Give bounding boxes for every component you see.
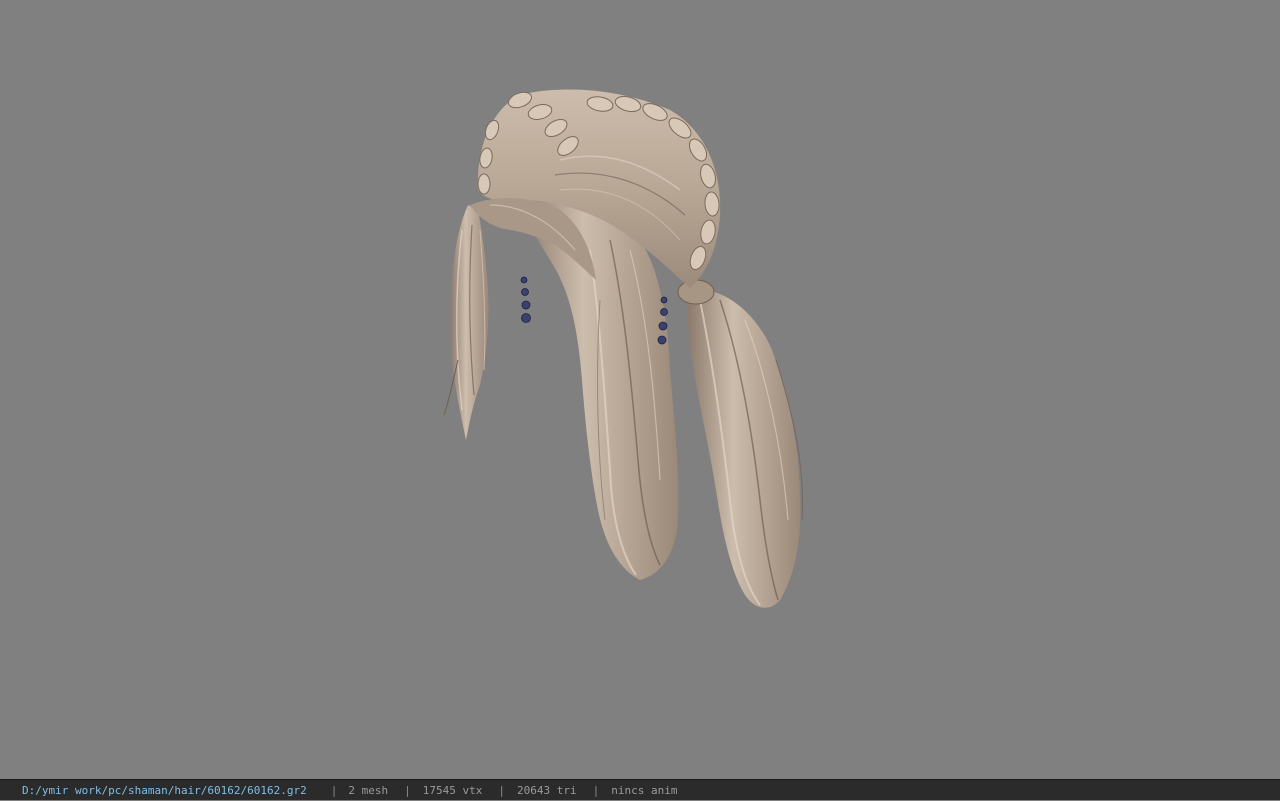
status-separator: | xyxy=(592,784,600,797)
status-separator: | xyxy=(498,784,506,797)
left-earring xyxy=(520,276,531,323)
3d-viewport[interactable] xyxy=(0,0,1280,779)
vertex-count: 17545 vtx xyxy=(422,784,483,797)
left-hair-strand xyxy=(443,205,489,440)
model-file-path: D:/ymir work/pc/shaman/hair/60162/60162.… xyxy=(22,784,307,797)
triangle-count: 20643 tri xyxy=(517,784,577,797)
right-ponytail xyxy=(677,279,803,608)
mesh-count: 2 mesh xyxy=(348,784,389,797)
status-separator: | xyxy=(330,784,338,797)
status-bar: D:/ymir work/pc/shaman/hair/60162/60162.… xyxy=(0,779,1280,800)
animation-status: nincs anim xyxy=(611,784,678,797)
status-separator: | xyxy=(404,784,411,797)
hair-model-render xyxy=(443,89,803,608)
